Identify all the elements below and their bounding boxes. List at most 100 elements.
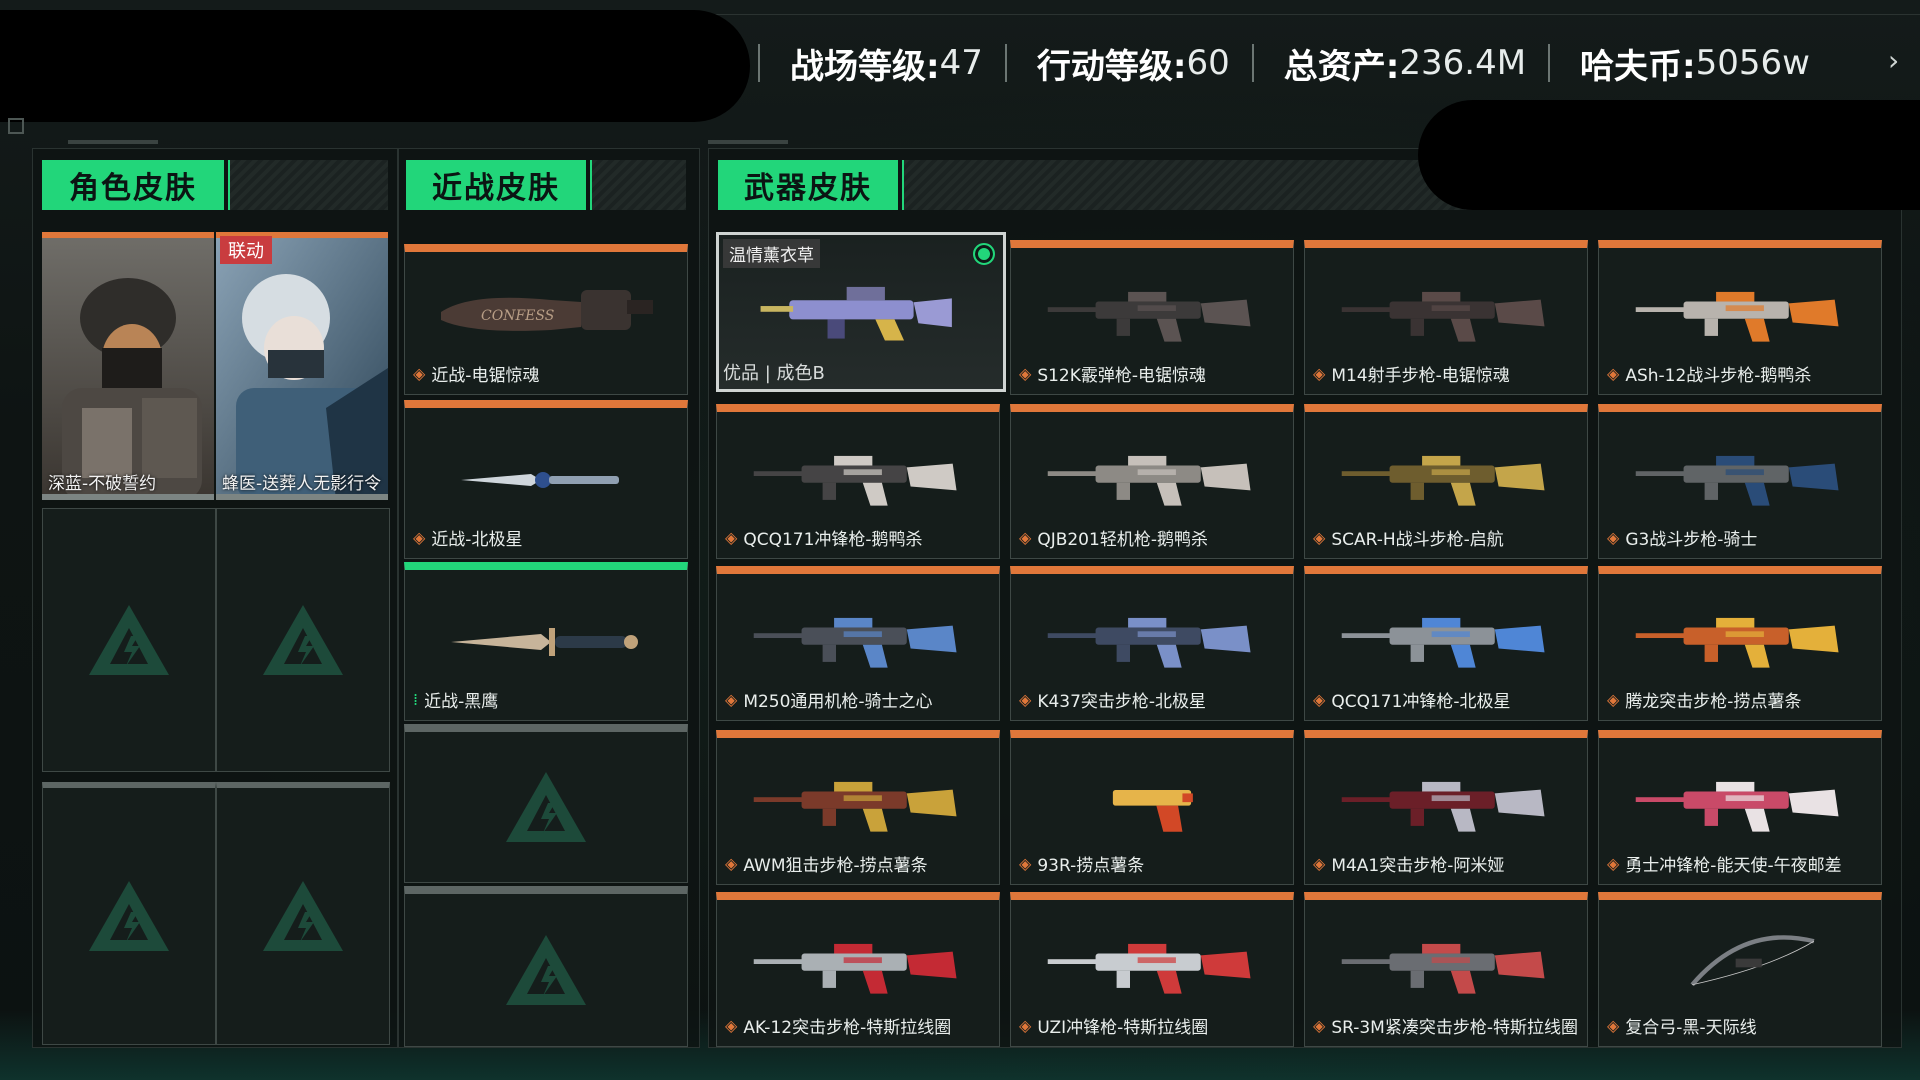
melee-skin-card[interactable]: CONFESS ◈ 近战-电锯惊魂 — [404, 244, 688, 395]
weapon-skin-card[interactable]: ◈ M250通用机枪-骑士之心 — [716, 566, 1000, 721]
weapon-skin-card[interactable]: ◈ 勇士冲锋枪-能天使-午夜邮差 — [1598, 730, 1882, 885]
rarity-diamond-icon: ◈ — [1313, 854, 1326, 873]
empty-melee-slot[interactable] — [404, 886, 688, 1047]
selected-weapon-card[interactable]: 温情薰衣草 优品 | 成色B — [716, 232, 1006, 392]
rarity-diamond-icon: ◈ — [1019, 528, 1032, 547]
character-card[interactable]: 联动 蜂医-送葬人无影行令 — [216, 232, 388, 500]
character-card[interactable]: 深蓝-不破誓约 — [42, 232, 214, 500]
skin-name: QCQ171冲锋枪-鹅鸭杀 — [743, 530, 923, 550]
weapon-image — [753, 781, 957, 832]
skin-name: AK-12突击步枪-特斯拉线圈 — [743, 1018, 952, 1038]
weapon-image — [753, 617, 957, 668]
equipped-indicator-icon — [973, 243, 995, 265]
rarity-diamond-icon: ◈ — [725, 854, 738, 873]
logo-emblem-icon — [506, 935, 586, 1005]
weapon-skin-card[interactable]: ◈ 腾龙突击步枪-捞点薯条 — [1598, 566, 1882, 721]
weapon-skin-card[interactable]: ◈ M14射手步枪-电锯惊魂 — [1304, 240, 1588, 395]
weapon-skin-card[interactable]: ◈ QCQ171冲锋枪-鹅鸭杀 — [716, 404, 1000, 559]
skin-name: SR-3M紧凑突击步枪-特斯拉线圈 — [1331, 1018, 1578, 1038]
tab-weapon-skins[interactable]: 武器皮肤 — [718, 160, 906, 210]
redacted-region — [0, 10, 750, 122]
weapon-image — [753, 943, 957, 994]
skin-quality: 优品 | 成色B — [723, 363, 825, 384]
panel-deco — [68, 140, 158, 144]
logo-emblem-icon — [263, 605, 343, 675]
logo-emblem-icon — [89, 881, 169, 951]
knife-image — [461, 472, 619, 488]
chainsaw-image: CONFESS — [441, 290, 653, 331]
empty-character-slot[interactable] — [42, 508, 216, 772]
rarity-diamond-icon: ◈ — [1313, 528, 1326, 547]
skin-name: 腾龙突击步枪-捞点薯条 — [1625, 692, 1802, 712]
weapon-image — [760, 286, 952, 341]
weapon-skin-card[interactable]: ◈ 93R-捞点薯条 — [1010, 730, 1294, 885]
panel-deco — [708, 140, 788, 144]
rarity-diamond-icon: ⁞ — [413, 690, 419, 709]
weapon-image — [1341, 617, 1545, 668]
chevron-right-icon[interactable]: › — [1888, 44, 1899, 77]
weapon-image — [1047, 455, 1251, 506]
weapon-skin-card[interactable]: ◈ AWM狙击步枪-捞点薯条 — [716, 730, 1000, 885]
skin-name: SCAR-H战斗步枪-启航 — [1331, 530, 1504, 550]
skin-name: 93R-捞点薯条 — [1037, 856, 1145, 876]
skin-name: 近战-黑鹰 — [424, 692, 499, 712]
weapon-skin-card[interactable]: ◈ S12K霰弹枪-电锯惊魂 — [1010, 240, 1294, 395]
weapon-skin-card[interactable]: ◈ G3战斗步枪-骑士 — [1598, 404, 1882, 559]
weapon-skin-card[interactable]: ◈ ASh-12战斗步枪-鹅鸭杀 — [1598, 240, 1882, 395]
skin-name: 近战-电锯惊魂 — [431, 366, 540, 386]
corner-square-icon — [8, 118, 24, 134]
rarity-diamond-icon: ◈ — [1019, 690, 1032, 709]
weapon-skin-card[interactable]: ◈ QJB201轻机枪-鹅鸭杀 — [1010, 404, 1294, 559]
weapon-skin-card[interactable]: ◈ QCQ171冲锋枪-北极星 — [1304, 566, 1588, 721]
weapon-skin-card[interactable]: ◈ SCAR-H战斗步枪-启航 — [1304, 404, 1588, 559]
skin-name: ASh-12战斗步枪-鹅鸭杀 — [1625, 366, 1812, 386]
skin-name: QJB201轻机枪-鹅鸭杀 — [1037, 530, 1208, 550]
weapon-skin-card[interactable]: ◈ SR-3M紧凑突击步枪-特斯拉线圈 — [1304, 892, 1588, 1047]
tab-melee-skins[interactable]: 近战皮肤 — [406, 160, 594, 210]
character-portrait — [216, 238, 388, 500]
weapon-skin-card[interactable]: ◈ K437突击步枪-北极星 — [1010, 566, 1294, 721]
skin-name: AWM狙击步枪-捞点薯条 — [743, 856, 928, 876]
weapon-skin-card[interactable]: ◈ M4A1突击步枪-阿米娅 — [1304, 730, 1588, 885]
weapon-image — [1341, 943, 1545, 994]
weapon-image — [1635, 617, 1839, 668]
rarity-diamond-icon: ◈ — [1313, 690, 1326, 709]
weapon-image — [1047, 291, 1251, 342]
rarity-diamond-icon: ◈ — [725, 528, 738, 547]
weapon-skin-card[interactable]: ◈ 复合弓-黑-天际线 — [1598, 892, 1882, 1047]
player-stats-bar: 战场等级: 47 行动等级: 60 总资产: 236.4M 哈夫币: 5056w — [758, 30, 1832, 96]
tab-filler — [592, 160, 686, 210]
weapon-skin-card[interactable]: ◈ AK-12突击步枪-特斯拉线圈 — [716, 892, 1000, 1047]
rarity-diamond-icon: ◈ — [1019, 364, 1032, 383]
empty-character-slot[interactable] — [216, 508, 390, 772]
weapon-image — [1047, 943, 1251, 994]
rarity-diamond-icon: ◈ — [1019, 854, 1032, 873]
rarity-diamond-icon: ◈ — [1607, 528, 1620, 547]
skin-name: QCQ171冲锋枪-北极星 — [1331, 692, 1511, 712]
skin-name: M4A1突击步枪-阿米娅 — [1331, 856, 1505, 876]
skin-name: M250通用机枪-骑士之心 — [743, 692, 933, 712]
weapon-image — [1047, 617, 1251, 668]
weapon-image — [1635, 781, 1839, 832]
rarity-diamond-icon: ◈ — [1607, 854, 1620, 873]
empty-character-slot[interactable] — [216, 782, 390, 1045]
weapon-skin-card[interactable]: ◈ UZI冲锋枪-特斯拉线圈 — [1010, 892, 1294, 1047]
empty-character-slot[interactable] — [42, 782, 216, 1045]
weapon-image — [1341, 291, 1545, 342]
rarity-diamond-icon: ◈ — [725, 1016, 738, 1035]
tab-character-skins[interactable]: 角色皮肤 — [42, 160, 232, 210]
rarity-diamond-icon: ◈ — [1607, 690, 1620, 709]
logo-emblem-icon — [89, 605, 169, 675]
character-portrait — [42, 238, 214, 500]
rarity-diamond-icon: ◈ — [413, 364, 426, 383]
character-name: 深蓝-不破誓约 — [48, 474, 157, 494]
stat-total-assets: 总资产: 236.4M — [1251, 39, 1526, 88]
weapon-image — [753, 455, 957, 506]
dagger-image — [451, 628, 638, 656]
tab-filler — [230, 160, 388, 210]
empty-melee-slot[interactable] — [404, 724, 688, 883]
melee-skin-card[interactable]: ⁞ 近战-黑鹰 — [404, 562, 688, 721]
svg-text:CONFESS: CONFESS — [481, 308, 554, 324]
melee-skin-card[interactable]: ◈ 近战-北极星 — [404, 400, 688, 559]
skin-name: 温情薰衣草 — [723, 239, 820, 268]
